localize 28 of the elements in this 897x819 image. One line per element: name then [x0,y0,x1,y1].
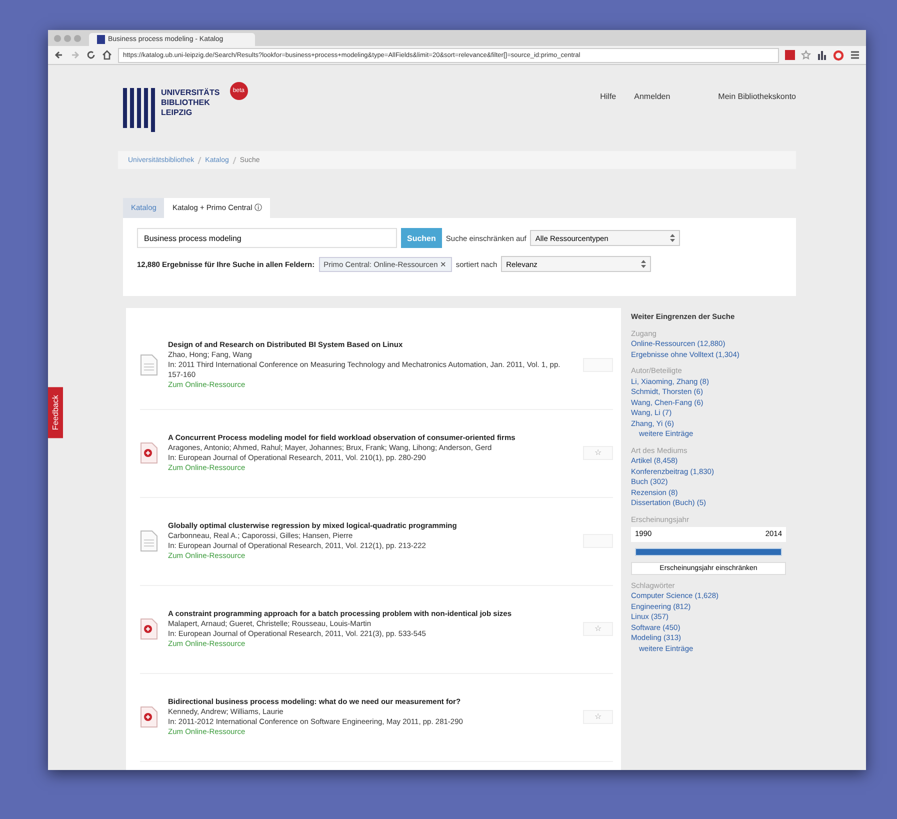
window-close-button[interactable] [54,34,61,42]
pdf-file-icon [140,706,158,728]
star-icon[interactable] [801,50,811,60]
page-icon [97,35,105,44]
window-minimize-button[interactable] [64,34,71,42]
feedback-tab[interactable]: Feedback [48,387,63,438]
home-icon[interactable] [102,50,112,60]
search-field[interactable]: Business process modeling [137,228,397,248]
menu-icon[interactable] [850,50,860,60]
save-button[interactable]: ☆ [583,622,613,636]
window-zoom-button[interactable] [74,34,81,42]
logo-text: UNIVERSITÄTS BIBLIOTHEK LEIPZIG [161,88,220,118]
nav-link[interactable]: Anmelden [634,92,670,151]
dropdown-caret-icon [641,260,646,268]
logo-bars-icon [123,88,155,132]
nav-link[interactable]: Mein Bibliothekskonto [718,92,796,151]
document-icon [140,530,158,552]
save-button[interactable]: ☆ [583,710,613,724]
reload-icon[interactable] [86,50,96,60]
pdf-file-icon [140,618,158,640]
chart-icon[interactable] [817,50,827,60]
save-button[interactable]: ☆ [583,446,613,460]
dropdown-caret-icon [670,234,676,242]
nav-link[interactable]: Hilfe [600,92,616,151]
back-icon[interactable] [54,50,64,60]
pdf-file-icon [140,442,158,464]
document-icon [140,354,158,376]
forward-icon[interactable] [70,50,80,60]
